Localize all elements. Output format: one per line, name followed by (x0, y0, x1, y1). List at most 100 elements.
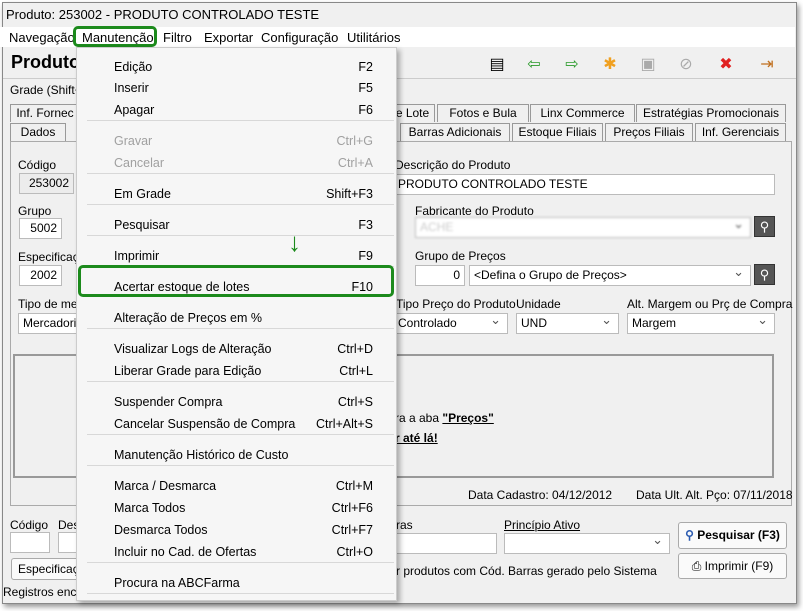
menu-item-label: Marca Todos (114, 501, 186, 515)
menu-item-label: Pesquisar (114, 218, 170, 232)
grade-label: Grade (Shift+ (10, 83, 82, 97)
menu-item-shortcut: Ctrl+A (337, 156, 373, 170)
menu-item-label: Marca / Desmarca (114, 479, 217, 493)
menu-item-shortcut: F6 (358, 103, 373, 117)
menu-item[interactable]: Em Grade Shift+F3 (77, 184, 398, 204)
grupo-precos-select[interactable]: <Defina o Grupo de Preços> (469, 262, 751, 286)
grupo-label: Grupo (18, 204, 52, 218)
arrow-left-icon[interactable]: ⇦ (524, 54, 544, 74)
tab-precos-filiais[interactable]: Preços Filiais (605, 123, 693, 141)
search-fabricante-icon[interactable]: ⚲ (754, 216, 775, 237)
menu-item[interactable]: Manutenção Histórico de Custo (77, 445, 398, 465)
printer-icon: ⎙ (691, 559, 702, 573)
menu-item-shortcut: Ctrl+L (339, 364, 373, 378)
precos-link[interactable]: "Preços" (442, 411, 493, 425)
tab-estoque-filiais[interactable]: Estoque Filiais (512, 123, 603, 141)
alt-margem-label: Alt. Margem ou Prç de Compra (627, 297, 793, 311)
tab-fotos-bula[interactable]: Fotos e Bula (437, 104, 529, 122)
search-barras-input[interactable] (396, 533, 497, 554)
menu-separator (87, 593, 394, 594)
menu-item[interactable]: Marca Todos Ctrl+F6 (77, 498, 398, 518)
menu-filtro[interactable]: Filtro (163, 30, 192, 45)
menu-utilitarios[interactable]: Utilitários (347, 30, 400, 45)
go-there-link[interactable]: r até lá! (395, 431, 438, 445)
menu-item-shortcut: F3 (358, 218, 373, 232)
tab-estrategias[interactable]: Estratégias Promocionais (636, 104, 786, 122)
codigo-field[interactable]: 253002 (19, 173, 74, 194)
menu-item-shortcut: Ctrl+M (335, 479, 373, 493)
menu-item[interactable]: Inserir F5 (77, 78, 398, 98)
menu-item-label: Procura na ABCFarma (114, 576, 240, 590)
cancel-icon[interactable]: ⊘ (676, 54, 696, 74)
menu-item[interactable]: Incluir no Cad. de Ofertas Ctrl+O (77, 542, 398, 562)
manutencao-dropdown: Edição F2 Inserir F5 Apagar F6 Gravar Ctrl+G Can… (76, 47, 397, 601)
grupo-precos-code[interactable]: 0 (415, 265, 465, 286)
especificacao-label: Especificaç (18, 250, 79, 264)
fabricante-select[interactable]: ACHE (415, 214, 751, 238)
tipo-preco-select[interactable]: Controlado (393, 310, 508, 334)
page-title: Produto (11, 52, 80, 72)
exit-icon[interactable]: ⇥ (757, 54, 777, 74)
search-codigo-input[interactable] (10, 532, 50, 553)
menu-item-label: Visualizar Logs de Alteração (114, 342, 272, 356)
menu-separator (87, 328, 394, 329)
tab-dados[interactable]: Dados (10, 123, 66, 141)
search-icon: ⚲ (685, 528, 694, 542)
save-icon[interactable]: ▣ (638, 54, 658, 74)
menu-item-shortcut: Ctrl+O (336, 545, 373, 559)
tab-inf-gerenciais[interactable]: Inf. Gerenciais (695, 123, 786, 141)
menu-item[interactable]: Cancelar Ctrl+A (77, 153, 398, 173)
menu-item-label: Em Grade (114, 187, 171, 201)
unidade-label: Unidade (516, 297, 561, 311)
unidade-select[interactable]: UND (516, 310, 619, 334)
menu-item[interactable]: Gravar Ctrl+G (77, 131, 398, 151)
highlight-manutencao (73, 26, 157, 47)
codigo-label: Código (18, 158, 57, 172)
menu-navegacao[interactable]: Navegação (9, 30, 75, 45)
menu-item[interactable]: Alteração de Preços em % (77, 308, 398, 328)
menu-item-shortcut: Ctrl+Alt+S (316, 417, 373, 431)
menu-configuracao[interactable]: Configuração (261, 30, 338, 45)
especificacao-field[interactable]: 2002 (19, 265, 62, 286)
principio-ativo-label: Princípio Ativo (504, 518, 581, 532)
new-icon[interactable]: ✱ (600, 54, 620, 74)
tipo-mercadoria-select[interactable]: Mercadoria (18, 313, 83, 334)
menu-item-shortcut: Shift+F3 (326, 187, 373, 201)
menu-item[interactable]: Edição F2 (77, 57, 398, 77)
tipo-mercadoria-label: Tipo de mer (18, 297, 82, 311)
especificacao-button[interactable]: Especificaç (11, 558, 81, 580)
grupo-field[interactable]: 5002 (19, 218, 62, 239)
arrow-right-icon[interactable]: ⇨ (562, 54, 582, 74)
menu-item-shortcut: F5 (358, 81, 373, 95)
menu-separator (87, 204, 394, 205)
search-desc-input[interactable] (58, 532, 78, 553)
menu-item[interactable]: Cancelar Suspensão de Compra Ctrl+Alt+S (77, 414, 398, 434)
menu-item[interactable]: Suspender Compra Ctrl+S (77, 392, 398, 412)
alt-margem-select[interactable]: Margem (627, 310, 775, 334)
menu-item-shortcut: Ctrl+F7 (331, 523, 373, 537)
menu-item[interactable]: Desmarca Todos Ctrl+F7 (77, 520, 398, 540)
menu-item-shortcut: F2 (358, 60, 373, 74)
descricao-field[interactable]: PRODUTO CONTROLADO TESTE (393, 174, 775, 195)
descricao-label: Descrição do Produto (395, 158, 511, 172)
menu-exportar[interactable]: Exportar (204, 30, 253, 45)
menu-item-label: Imprimir (114, 249, 160, 263)
tab-linx-commerce[interactable]: Linx Commerce (530, 104, 635, 122)
delete-icon[interactable]: ✖ (716, 54, 736, 74)
menu-item[interactable]: Marca / Desmarca Ctrl+M (77, 476, 398, 496)
menu-item[interactable]: Imprimir F9 (77, 246, 398, 266)
menu-item[interactable]: Procura na ABCFarma (77, 573, 398, 593)
menu-item[interactable]: Apagar F6 (77, 100, 398, 120)
menu-item[interactable]: Liberar Grade para Edição Ctrl+L (77, 361, 398, 381)
menu-item[interactable]: Pesquisar F3 (77, 215, 398, 235)
menu-item-label: Suspender Compra (114, 395, 223, 409)
pesquisar-button[interactable]: ⚲ Pesquisar (F3) (678, 522, 787, 549)
menu-item[interactable]: Visualizar Logs de Alteração Ctrl+D (77, 339, 398, 359)
principio-ativo-select[interactable] (504, 530, 670, 554)
search-grupo-precos-icon[interactable]: ⚲ (754, 264, 775, 285)
imprimir-button[interactable]: ⎙ Imprimir (F9) (678, 553, 787, 579)
tab-barras-adicionais[interactable]: Barras Adicionais (400, 123, 510, 141)
copy-icon[interactable]: ▤ (487, 54, 507, 74)
barras-sistema-text: r produtos com Cód. Barras gerado pelo S… (396, 564, 657, 578)
tab-inf-fornec[interactable]: Inf. Fornec (10, 104, 80, 122)
